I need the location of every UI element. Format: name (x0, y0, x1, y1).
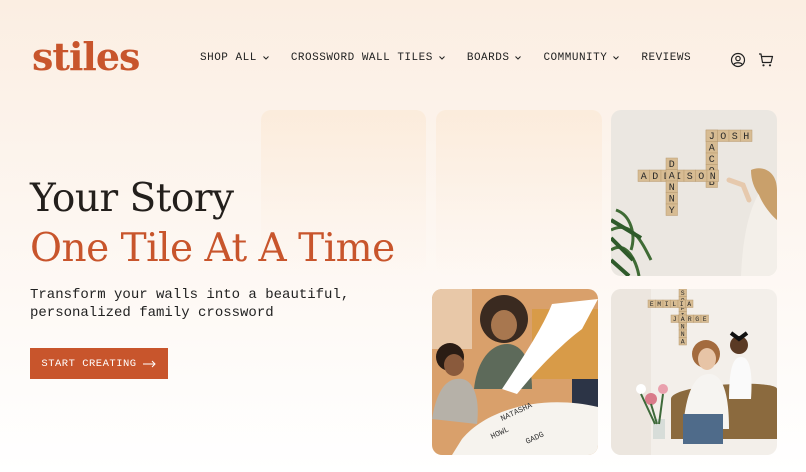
nav-reviews-label: REVIEWS (641, 52, 692, 64)
letter-tile-char: E (703, 316, 707, 323)
letter-tile-char: O (698, 172, 704, 183)
chevron-down-icon (613, 56, 620, 60)
letter-tile-char: D (652, 172, 658, 183)
letter-tile-char: E (650, 301, 654, 308)
photo-wall-crossword: JOSHJACOBADDISONDANNY (611, 110, 777, 276)
nav-shop-all-label: SHOP ALL (200, 52, 257, 64)
letter-tile-char: N (681, 323, 685, 330)
letter-tile-char: L (672, 301, 676, 308)
letter-tile-char: R (688, 316, 692, 323)
header-actions (730, 52, 774, 68)
hero-subtitle: Transform your walls into a beautiful, p… (30, 287, 350, 321)
start-creating-button[interactable]: START CREATING (30, 348, 168, 379)
cart-icon[interactable] (758, 52, 774, 68)
account-icon[interactable] (730, 52, 746, 68)
nav-reviews[interactable]: REVIEWS (641, 52, 691, 64)
letter-tile-char: A (641, 172, 647, 183)
letter-tile-char: A (687, 301, 691, 308)
letter-tile-char: M (657, 301, 661, 308)
chevron-down-icon (262, 56, 269, 60)
page-frame: stiles SHOP ALL CROSSWORD WALL TILES BOA… (0, 0, 806, 472)
letter-tile-char: H (743, 132, 749, 143)
nav-community-label: COMMUNITY (543, 52, 608, 64)
letter-tile-char: G (695, 316, 699, 323)
hero-headline-accent: One Tile At A Time (30, 226, 395, 271)
letter-tile-char: I (680, 301, 684, 308)
arrow-right-icon (142, 360, 156, 367)
mother-child-illustration: SOFIAEMILIAJORGEANNA (611, 289, 777, 455)
brand-logo[interactable]: stiles (32, 34, 140, 79)
letter-tile-char: S (681, 290, 685, 297)
letter-tile-char: J (673, 316, 677, 323)
letter-tile-char: S (687, 172, 693, 183)
letter-tile-char: A (681, 316, 685, 323)
letter-tile-char: I (665, 301, 669, 308)
nav-boards-label: BOARDS (466, 52, 510, 64)
letter-tile-char: A (681, 338, 685, 345)
chevron-down-icon (438, 56, 445, 60)
chevron-down-icon (515, 56, 522, 60)
letter-tile-char: O (720, 132, 726, 143)
hero-headline: Your Story (30, 176, 234, 221)
nav-community[interactable]: COMMUNITY (543, 52, 620, 64)
letter-tile-char: S (732, 132, 738, 143)
family-floor-illustration: NATASHA HOWL GADG (432, 289, 598, 455)
photo-family-floor: NATASHA HOWL GADG (432, 289, 598, 455)
nav-crossword-wall-tiles[interactable]: CROSSWORD WALL TILES (291, 52, 445, 64)
wall-crossword-illustration: JOSHJACOBADDISONDANNY (611, 110, 777, 276)
letter-tile-char: N (710, 172, 716, 183)
nav-boards[interactable]: BOARDS (467, 52, 522, 64)
letter-tile-char: N (681, 331, 685, 338)
main-nav: SHOP ALL CROSSWORD WALL TILES BOARDS COM… (200, 52, 691, 64)
letter-tile-char: Y (669, 206, 675, 217)
nav-shop-all[interactable]: SHOP ALL (200, 52, 269, 64)
photo-mother-child: SOFIAEMILIAJORGEANNA (611, 289, 777, 455)
nav-crossword-label: CROSSWORD WALL TILES (290, 52, 433, 64)
ghost-tile (436, 110, 602, 275)
start-creating-label: START CREATING (41, 357, 137, 370)
